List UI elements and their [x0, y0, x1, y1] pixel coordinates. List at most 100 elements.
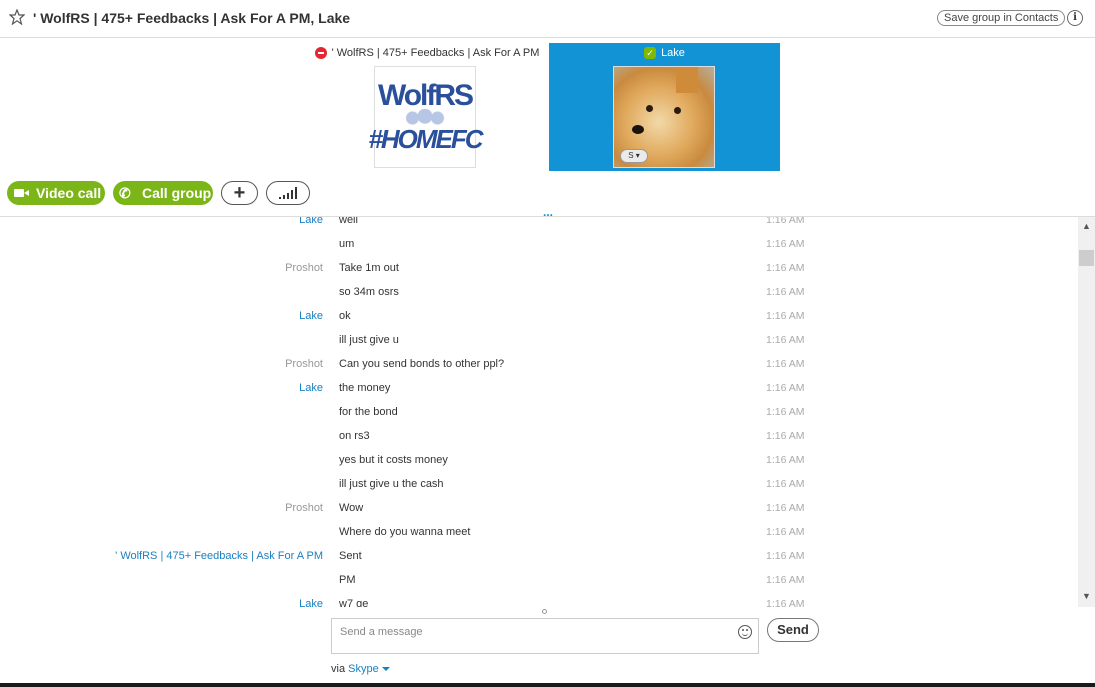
participant-name: Lake [661, 47, 685, 59]
scroll-thumb[interactable] [1079, 250, 1094, 266]
message-text: yes but it costs money [339, 454, 448, 466]
message-timestamp: 1:16 AM [766, 358, 805, 370]
video-camera-icon [13, 187, 31, 199]
dog-eye-shape [646, 105, 653, 112]
message-sender[interactable]: Lake [299, 217, 323, 226]
message-sender[interactable]: Proshot [285, 358, 323, 370]
message-row: so 34m osrs 1:16 AM [0, 286, 1078, 310]
message-text: Wow [339, 502, 364, 514]
message-timestamp: 1:16 AM [766, 574, 805, 586]
message-row: Lake ok 1:16 AM [0, 310, 1078, 334]
message-sender[interactable]: Lake [299, 310, 323, 322]
call-group-label: Call group [142, 185, 212, 201]
avatar-logo-text: #HOMEFC [368, 124, 483, 154]
message-row: Where do you wanna meet 1:16 AM [0, 526, 1078, 550]
message-timestamp: 1:16 AM [766, 598, 805, 607]
message-text: Take 1m out [339, 262, 399, 274]
message-row: Proshot Take 1m out 1:16 AM [0, 262, 1078, 286]
message-text: ill just give u [339, 334, 399, 346]
message-timestamp: 1:16 AM [766, 502, 805, 514]
message-timestamp: 1:16 AM [766, 454, 805, 466]
message-timestamp: 1:16 AM [766, 430, 805, 442]
message-text: on rs3 [339, 430, 370, 442]
dog-ear-shape [676, 67, 698, 93]
chat-scrollbar[interactable]: ▲ ▼ [1078, 217, 1095, 607]
resize-handle[interactable] [542, 609, 547, 614]
message-row: for the bond 1:16 AM [0, 406, 1078, 430]
message-row: yes but it costs money 1:16 AM [0, 454, 1078, 478]
chevron-down-icon[interactable] [381, 667, 390, 672]
participant-name: ' WolfRS | 475+ Feedbacks | Ask For A PM [331, 47, 540, 59]
participant-card-lake[interactable]: ✓ Lake S ▾ [549, 43, 780, 171]
message-row: on rs3 1:16 AM [0, 430, 1078, 454]
message-compose-box[interactable] [331, 618, 759, 654]
message-text: well [339, 217, 358, 226]
message-timestamp: 1:16 AM [766, 310, 805, 322]
save-group-button[interactable]: Save group in Contacts [937, 10, 1066, 26]
message-text: um [339, 238, 355, 250]
message-text: PM [339, 574, 356, 586]
dog-nose-shape [632, 125, 644, 134]
message-text: so 34m osrs [339, 286, 399, 298]
message-sender[interactable]: Lake [299, 382, 323, 394]
message-timestamp: 1:16 AM [766, 478, 805, 490]
plus-icon: + [233, 182, 246, 204]
chat-history: Lake well 1:16 AM um 1:16 AM Proshot Take 1m o… [0, 217, 1078, 607]
message-text: ok [339, 310, 351, 322]
message-row: ill just give u 1:16 AM [0, 334, 1078, 358]
message-sender[interactable]: Proshot [285, 502, 323, 514]
message-row: Lake well 1:16 AM [0, 217, 1078, 238]
scroll-up-arrow-icon[interactable]: ▲ [1078, 221, 1095, 235]
message-row: um 1:16 AM [0, 238, 1078, 262]
dog-eye-shape [674, 107, 681, 114]
message-row: ill just give u the cash 1:16 AM [0, 478, 1078, 502]
message-timestamp: 1:16 AM [766, 262, 805, 274]
do-not-disturb-icon [314, 47, 327, 59]
message-row: Proshot Wow 1:16 AM [0, 502, 1078, 526]
avatar[interactable]: WolfRS #HOMEFC [368, 66, 484, 168]
message-timestamp: 1:16 AM [766, 550, 805, 562]
info-icon[interactable]: i [1067, 10, 1083, 26]
message-text: ill just give u the cash [339, 478, 444, 490]
call-group-button[interactable]: ✆ Call group [113, 181, 213, 205]
message-row: Lake the money 1:16 AM [0, 382, 1078, 406]
message-row: Lake w7 ge 1:16 AM [0, 598, 1078, 607]
participant-name-row: ' WolfRS | 475+ Feedbacks | Ask For A PM [308, 43, 546, 63]
favorite-star-icon[interactable] [9, 9, 25, 25]
avatar-logo-text: WolfRS [377, 79, 474, 112]
conversation-title: ' WolfRS | 475+ Feedbacks | Ask For A PM… [33, 10, 351, 26]
conversation-header: ' WolfRS | 475+ Feedbacks | Ask For A PM… [0, 0, 1095, 38]
via-service[interactable]: Skype [348, 663, 379, 675]
message-row: Proshot Can you send bonds to other ppl? 1… [0, 358, 1078, 382]
message-text: for the bond [339, 406, 398, 418]
video-call-button[interactable]: Video call [7, 181, 105, 205]
send-button[interactable]: Send [767, 618, 819, 642]
message-timestamp: 1:16 AM [766, 238, 805, 250]
message-timestamp: 1:16 AM [766, 334, 805, 346]
signal-bars-icon [279, 187, 297, 199]
message-timestamp: 1:16 AM [766, 217, 805, 226]
message-timestamp: 1:16 AM [766, 382, 805, 394]
message-sender[interactable]: Lake [299, 598, 323, 607]
participant-card-wolfrs[interactable]: ' WolfRS | 475+ Feedbacks | Ask For A PM… [308, 43, 546, 171]
add-button[interactable]: + [221, 181, 258, 205]
send-via-selector[interactable]: via Skype [331, 663, 390, 675]
phone-icon: ✆ [119, 185, 131, 201]
avatar[interactable]: S ▾ [613, 66, 715, 168]
online-check-icon: ✓ [644, 47, 657, 59]
message-text: w7 ge [339, 598, 369, 607]
message-sender[interactable]: Proshot [285, 262, 323, 274]
call-quality-button[interactable] [266, 181, 310, 205]
message-text: Where do you wanna meet [339, 526, 471, 538]
message-timestamp: 1:16 AM [766, 286, 805, 298]
scroll-down-arrow-icon[interactable]: ▼ [1078, 591, 1095, 605]
video-call-label: Video call [36, 185, 102, 201]
message-timestamp: 1:16 AM [766, 526, 805, 538]
message-sender[interactable]: ' WolfRS | 475+ Feedbacks | Ask For A PM [115, 550, 323, 562]
participant-name-row: ✓ Lake [549, 43, 780, 63]
emoticon-icon[interactable] [738, 625, 752, 639]
message-input[interactable] [332, 619, 732, 653]
via-label: via [331, 663, 346, 675]
skype-menu-dropdown-icon[interactable]: S ▾ [620, 149, 648, 163]
message-text: the money [339, 382, 391, 394]
